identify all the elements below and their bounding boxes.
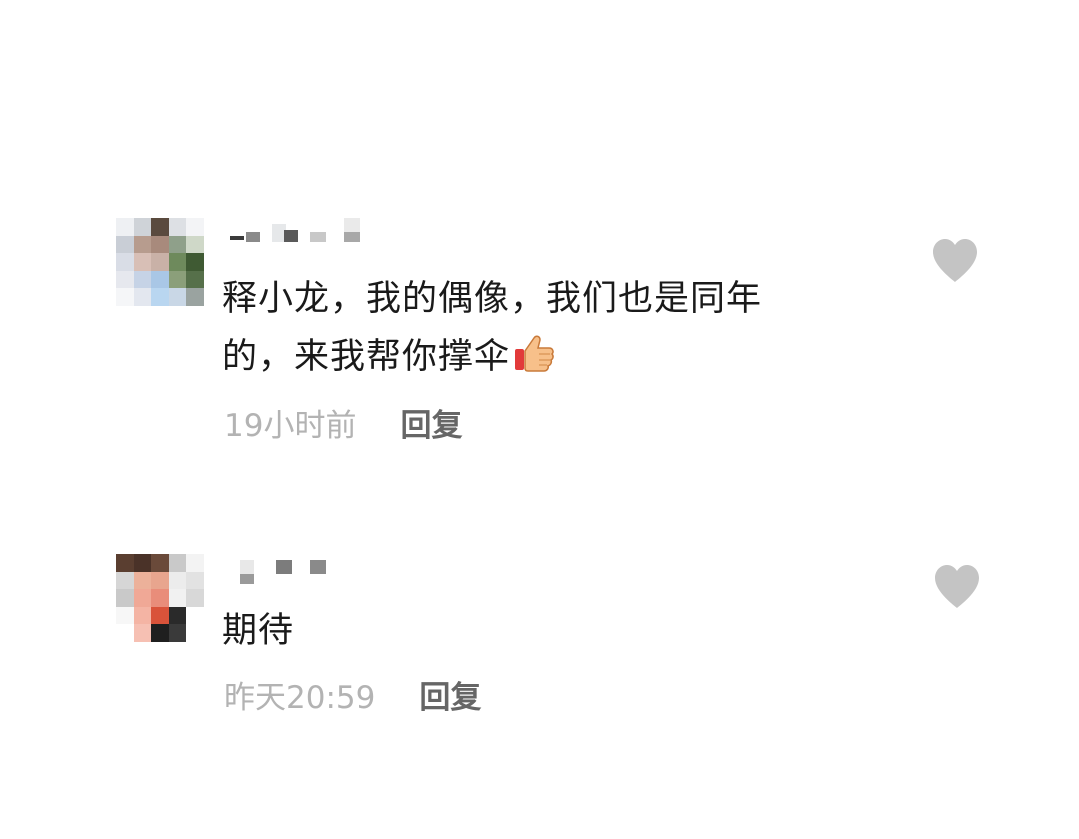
comment-text-line: 释小龙，我的偶像，我们也是同年 [222, 279, 763, 319]
avatar[interactable] [116, 554, 204, 642]
comment-text-line: 的，来我帮你撑伞 [222, 328, 832, 392]
comment-text-line: 期待 [222, 611, 295, 651]
comment-time: 19小时前 [224, 408, 357, 444]
like-button[interactable] [930, 238, 980, 284]
heart-icon [935, 565, 979, 608]
comment-time: 昨天20:59 [224, 680, 376, 716]
comment-text-segment: 的，来我帮你撑伞 [222, 337, 511, 377]
comment-text: 期待 [222, 602, 832, 660]
comment-meta: 19小时前 回复 [224, 400, 462, 445]
comment-item: 释小龙，我的偶像，我们也是同年 的，来我帮你撑伞 19小时前 回复 [0, 218, 1079, 448]
heart-icon [933, 239, 977, 282]
like-button[interactable] [932, 564, 982, 610]
reply-button[interactable]: 回复 [419, 672, 481, 717]
username[interactable] [226, 554, 326, 584]
avatar[interactable] [116, 218, 204, 306]
thumbs-up-icon [512, 330, 556, 392]
comment-text: 释小龙，我的偶像，我们也是同年 的，来我帮你撑伞 [222, 270, 832, 392]
username[interactable] [226, 218, 366, 242]
comment-meta: 昨天20:59 回复 [224, 672, 481, 717]
comment-item: 期待 昨天20:59 回复 [0, 552, 1079, 722]
reply-button[interactable]: 回复 [400, 400, 462, 445]
